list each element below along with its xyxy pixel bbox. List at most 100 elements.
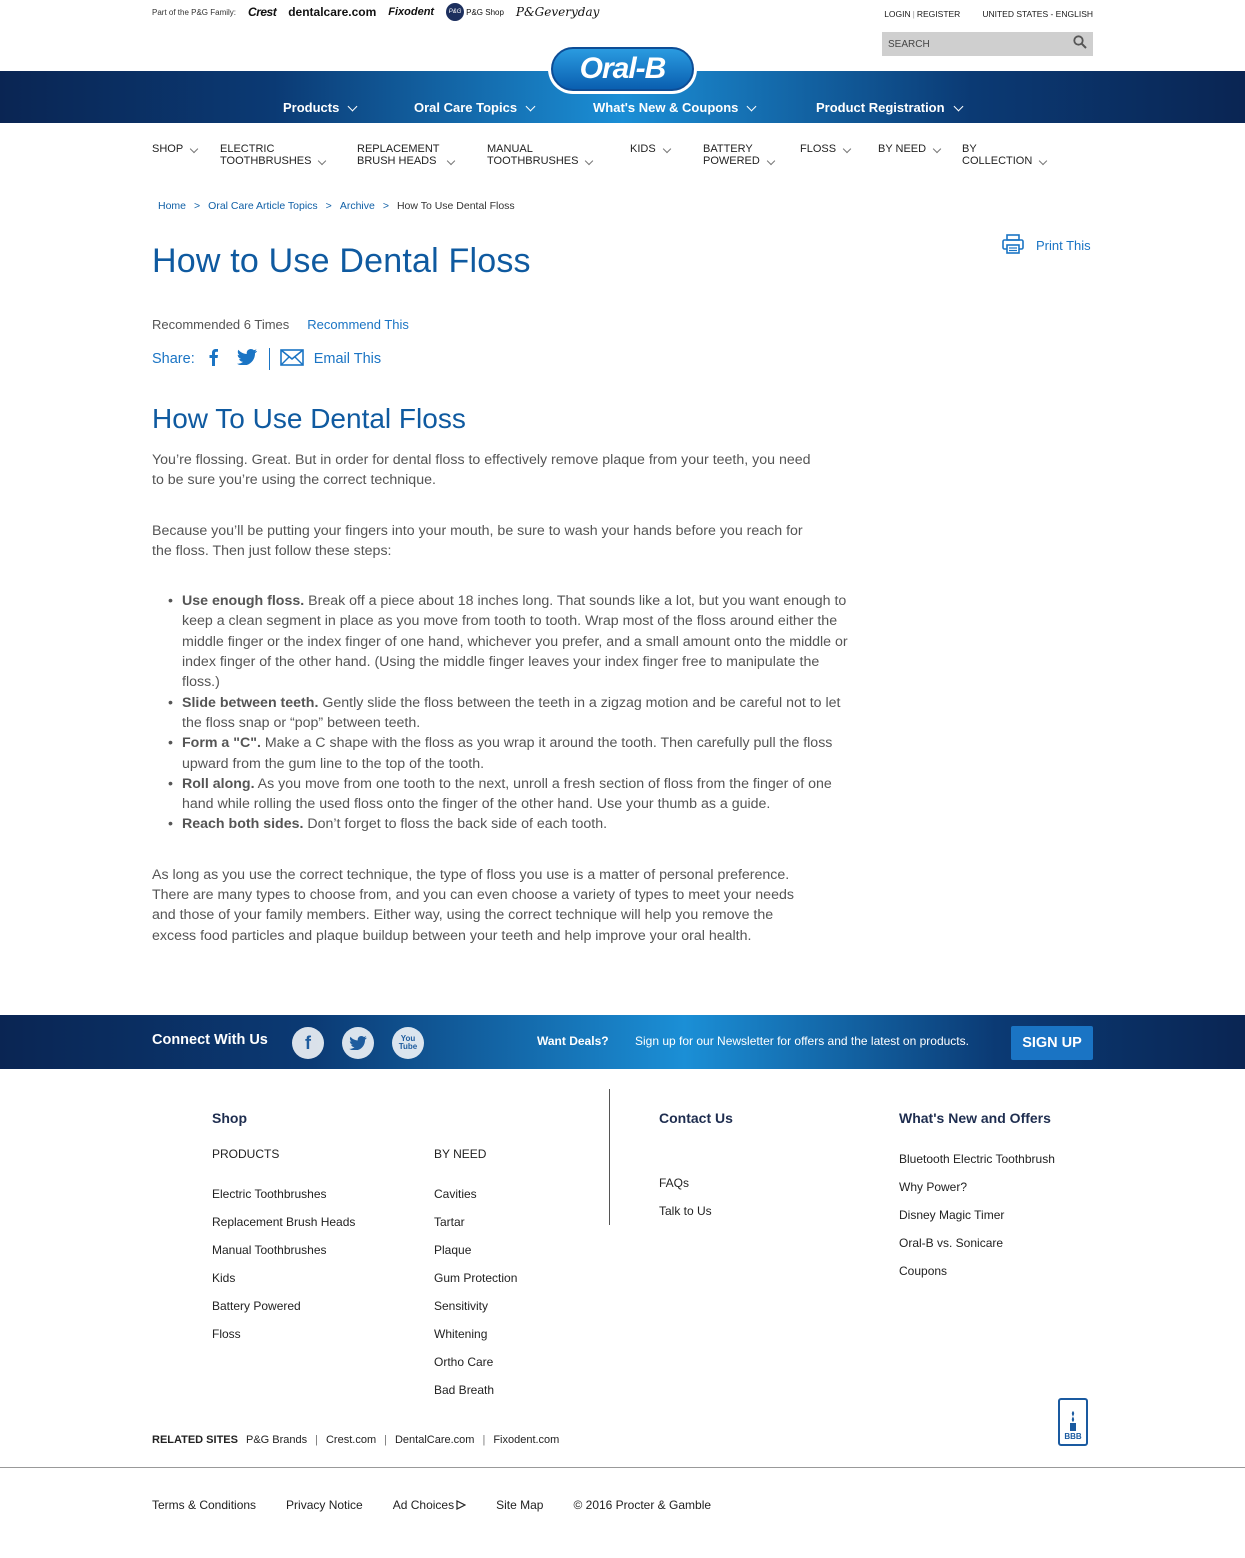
facebook-icon[interactable]: f [292,1027,324,1059]
breadcrumb-home[interactable]: Home [158,200,186,212]
footer-link[interactable]: Manual Toothbrushes [212,1243,355,1258]
connect-label: Connect With Us [152,1032,268,1048]
search-icon[interactable] [1073,34,1087,54]
nav-oral-care-topics[interactable]: Oral Care Topics [414,100,536,115]
subnav-by-need[interactable]: BY NEED [878,143,942,155]
privacy-link[interactable]: Privacy Notice [286,1498,363,1512]
search-input[interactable] [888,38,1058,50]
sitemap-link[interactable]: Site Map [496,1498,543,1512]
country-selector[interactable]: UNITED STATES - ENGLISH [982,9,1093,19]
subnav-battery-powered[interactable]: BATTERY POWERED [703,143,776,167]
footer-link[interactable]: FAQs [659,1176,712,1191]
footer-link[interactable]: Replacement Brush Heads [212,1215,355,1230]
footer-link[interactable]: Whitening [434,1327,517,1342]
footer-link[interactable]: Bad Breath [434,1383,517,1398]
related-sites-label: RELATED SITES [152,1434,238,1446]
footer-link[interactable]: Bluetooth Electric Toothbrush [899,1152,1055,1167]
related-link[interactable]: Crest.com [326,1434,376,1446]
pg-everyday-brand-link[interactable]: P&Geveryday [516,5,599,19]
chevron-down-icon [1039,156,1048,166]
deals-question: Want Deals? [537,1034,609,1048]
fixodent-brand-link[interactable]: Fixodent [388,6,434,18]
related-sites: RELATED SITES P&G Brands | Crest.com | D… [152,1434,560,1446]
breadcrumb-oral-care-topics[interactable]: Oral Care Article Topics [208,200,318,212]
footer-link[interactable]: Ortho Care [434,1355,517,1370]
printer-icon [1002,234,1036,257]
footer-link[interactable]: Kids [212,1271,355,1286]
chevron-down-icon [446,156,455,166]
pg-shop-brand-link[interactable]: P&G P&G Shop [446,3,504,21]
footer-link[interactable]: Coupons [899,1264,1055,1279]
youtube-icon[interactable]: You Tube [392,1027,424,1059]
email-share-button[interactable]: Email This [279,348,381,370]
divider: | [912,9,915,19]
dentalcare-brand-link[interactable]: dentalcare.com [288,5,376,19]
ad-choices-link[interactable]: Ad Choices [393,1498,467,1512]
footer-byneed-heading[interactable]: BY NEED [434,1147,486,1161]
footer-link[interactable]: Talk to Us [659,1204,712,1219]
login-link[interactable]: LOGIN [884,9,910,19]
nav-product-registration[interactable]: Product Registration [816,100,964,115]
nav-products[interactable]: Products [283,100,358,115]
chevron-down-icon [953,101,964,112]
terms-link[interactable]: Terms & Conditions [152,1498,256,1512]
chevron-down-icon [189,144,199,154]
chevron-down-icon [932,144,942,154]
footer-link[interactable]: Electric Toothbrushes [212,1187,355,1202]
footer-link[interactable]: Cavities [434,1187,517,1202]
chevron-down-icon [318,156,327,166]
subnav-replacement-brush-heads[interactable]: REPLACEMENT BRUSH HEADS [357,143,455,167]
footer-link[interactable]: Gum Protection [434,1271,517,1286]
chevron-down-icon [766,156,776,166]
signup-button[interactable]: SIGN UP [1011,1026,1093,1060]
oral-b-logo[interactable]: Oral-B [548,44,697,94]
subnav-electric-toothbrushes[interactable]: ELECTRIC TOOTHBRUSHES [220,143,327,167]
footer-link[interactable]: Oral-B vs. Sonicare [899,1236,1055,1251]
share-bar: Share: Email This [152,348,381,370]
register-link[interactable]: REGISTER [917,9,960,19]
nav-whats-new-coupons[interactable]: What's New & Coupons [593,100,757,115]
article-heading: How To Use Dental Floss [152,403,466,434]
subnav-by-collection[interactable]: BY COLLECTION [962,143,1048,167]
footer-link[interactable]: Plaque [434,1243,517,1258]
article-body: You’re flossing. Great. But in order for… [152,450,852,976]
recommend-count: Recommended 6 Times [152,317,290,332]
footer-byneed-list: Cavities Tartar Plaque Gum Protection Se… [434,1187,517,1398]
footer-link[interactable]: Floss [212,1327,355,1342]
article-paragraph: Because you’ll be putting your fingers i… [152,522,803,559]
pg-family-label: Part of the P&G Family: [152,7,237,17]
subnav-shop[interactable]: SHOP [152,143,199,155]
recommend-bar: Recommended 6 Times Recommend This [152,317,409,332]
subnav-manual-toothbrushes[interactable]: MANUAL TOOTHBRUSHES [487,143,594,167]
crest-brand-link[interactable]: Crest [248,5,277,19]
footer-link[interactable]: Why Power? [899,1180,1055,1195]
search-box [882,32,1093,56]
list-item: Use enough floss. Break off a piece abou… [168,591,852,692]
article-paragraph: As long as you use the correct technique… [152,866,794,944]
breadcrumb-current: How To Use Dental Floss [396,200,515,212]
footer-link[interactable]: Sensitivity [434,1299,517,1314]
chevron-down-icon [525,101,536,112]
facebook-icon[interactable] [207,348,219,370]
subnav-floss[interactable]: FLOSS [800,143,852,155]
footer-link[interactable]: Disney Magic Timer [899,1208,1055,1223]
footer-link[interactable]: Tartar [434,1215,517,1230]
footer-link[interactable]: Battery Powered [212,1299,355,1314]
related-link[interactable]: P&G Brands [246,1434,307,1446]
recommend-link[interactable]: Recommend This [307,317,409,332]
twitter-icon[interactable] [236,349,257,369]
twitter-icon[interactable] [342,1027,374,1059]
related-link[interactable]: Fixodent.com [493,1434,559,1446]
envelope-icon [279,348,304,370]
list-item: Roll along. As you move from one tooth t… [168,774,852,815]
footer-contact-heading: Contact Us [659,1110,733,1126]
divider [609,1089,610,1225]
related-link[interactable]: DentalCare.com [395,1434,474,1446]
breadcrumb-archive[interactable]: Archive [340,200,375,212]
subnav-kids[interactable]: KIDS [630,143,671,155]
list-item: Reach both sides. Don’t forget to floss … [168,814,852,835]
bbb-seal[interactable]: BBB [1058,1398,1088,1446]
footer-products-heading[interactable]: PRODUCTS [212,1147,279,1161]
print-button[interactable]: Print This [1002,234,1091,257]
steps-list: Use enough floss. Break off a piece abou… [168,591,852,835]
